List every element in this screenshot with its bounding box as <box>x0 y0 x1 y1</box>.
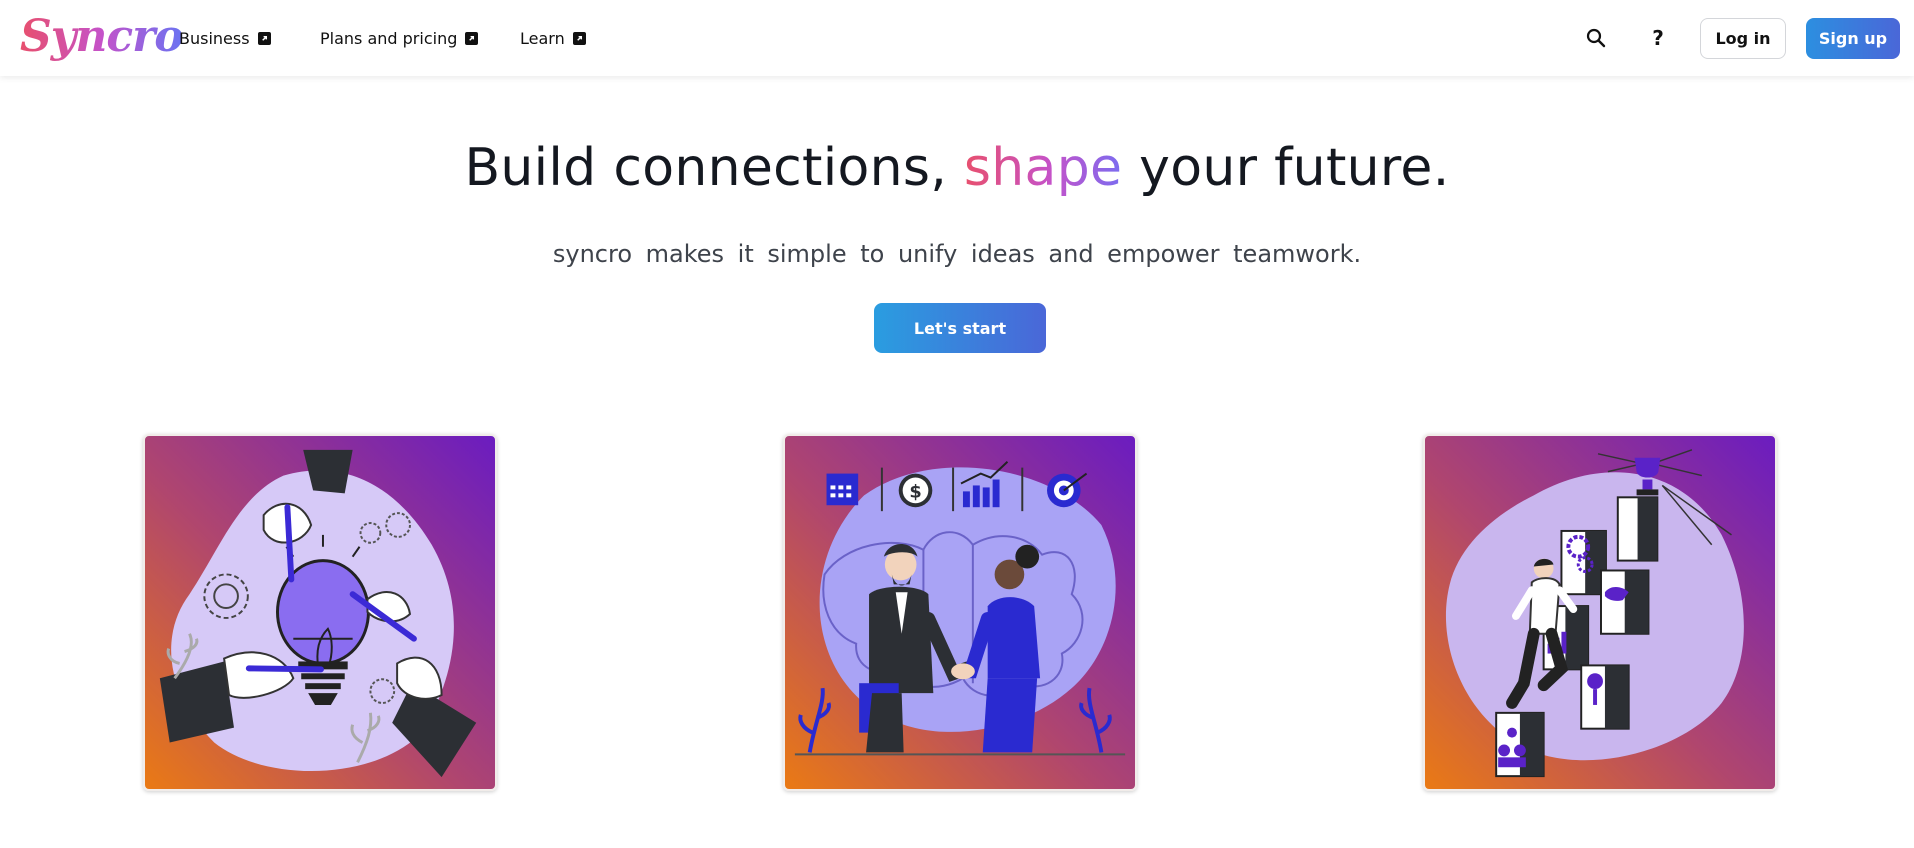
help-icon: ? <box>1652 26 1664 50</box>
nav-learn[interactable]: Learn <box>520 27 586 49</box>
nav-plans-label: Plans and pricing <box>320 28 458 48</box>
hero-title-accent: shape <box>963 138 1123 198</box>
external-link-icon <box>257 31 271 45</box>
nav-business-label: Business <box>179 28 250 48</box>
search-icon <box>1586 28 1606 48</box>
syncro-logo[interactable]: Syncro <box>20 12 184 62</box>
help-button[interactable]: ? <box>1642 22 1674 54</box>
hero-title-after: your future. <box>1122 138 1450 198</box>
nav-business[interactable]: Business <box>179 27 271 49</box>
top-navigation-bar: Syncro Business Plans and pricing Learn … <box>0 0 1914 76</box>
svg-text:$: $ <box>909 481 921 502</box>
hero-title: Build connections, shape your future. <box>0 138 1914 198</box>
business-handshake-illustration: $ <box>783 434 1137 791</box>
hero-subtitle: syncro makes it simple to unify ideas an… <box>552 240 1362 268</box>
career-growth-stairs-illustration <box>1423 434 1777 791</box>
teamwork-lightbulb-illustration <box>143 434 497 791</box>
search-button[interactable] <box>1580 22 1612 54</box>
nav-learn-label: Learn <box>520 28 565 48</box>
external-link-icon <box>572 31 586 45</box>
sign-up-button[interactable]: Sign up <box>1806 18 1900 59</box>
hero-title-before: Build connections, <box>464 138 964 198</box>
nav-plans-and-pricing[interactable]: Plans and pricing <box>320 27 479 49</box>
external-link-icon <box>465 31 479 45</box>
log-in-button[interactable]: Log in <box>1700 18 1786 59</box>
lets-start-button[interactable]: Let's start <box>874 303 1046 353</box>
